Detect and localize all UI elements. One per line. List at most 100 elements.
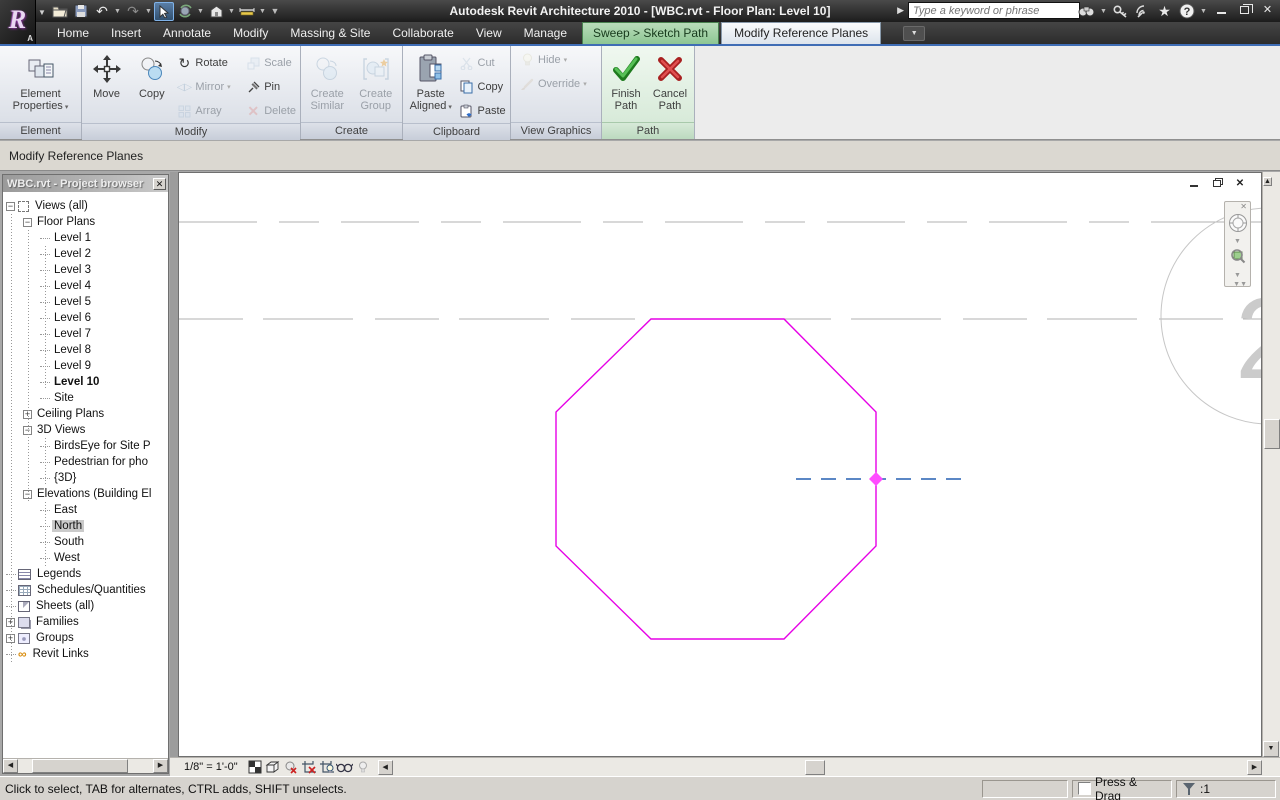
view-restore-icon[interactable]: [1210, 177, 1224, 189]
override-button[interactable]: Override▾: [517, 72, 599, 96]
orbit-icon[interactable]: [175, 2, 195, 21]
tree-item-groups[interactable]: Groups: [3, 630, 168, 646]
scroll-right-icon[interactable]: ▶: [153, 759, 168, 773]
press-drag-checkbox[interactable]: [1078, 782, 1091, 795]
view-scale-button[interactable]: 1/8" = 1'-0": [170, 761, 246, 773]
modify-cursor-icon[interactable]: [154, 2, 174, 21]
copy-button[interactable]: Copy: [129, 48, 174, 123]
tab-view[interactable]: View: [465, 22, 513, 44]
steering-wheel-button[interactable]: [1227, 211, 1249, 238]
element-properties-button[interactable]: Element Properties▾: [9, 48, 73, 122]
favorites-star-icon[interactable]: ★: [1155, 2, 1174, 21]
tab-collaborate[interactable]: Collaborate: [381, 22, 464, 44]
save-icon[interactable]: [71, 2, 91, 21]
tab-manage[interactable]: Manage: [513, 22, 578, 44]
tree-item-west[interactable]: West: [3, 550, 168, 566]
hscroll-right-icon[interactable]: ▶: [1247, 760, 1262, 775]
tree-item-sheets-all-[interactable]: Sheets (all): [3, 598, 168, 614]
vscrollbar-thumb[interactable]: [1264, 419, 1280, 449]
restore-button[interactable]: [1236, 1, 1253, 18]
navbar-options-icon[interactable]: ▼▼: [1233, 279, 1250, 288]
create-group-button[interactable]: Create Group: [352, 48, 401, 122]
redo-dropdown-icon[interactable]: ▼: [144, 2, 153, 21]
detail-level-icon[interactable]: [246, 759, 264, 775]
tree-item-legends[interactable]: Legends: [3, 566, 168, 582]
tree-item-families[interactable]: Families: [3, 614, 168, 630]
tree-item-views-all-[interactable]: Views (all): [3, 198, 168, 214]
undo-dropdown-icon[interactable]: ▼: [113, 2, 122, 21]
reference-plane-endpoint[interactable]: [869, 472, 883, 486]
project-browser-titlebar[interactable]: WBC.rvt - Project browser ✕: [3, 175, 168, 192]
navbar-close-icon[interactable]: ✕: [1237, 202, 1250, 211]
finish-path-button[interactable]: Finish Path: [604, 48, 648, 122]
scale-button[interactable]: Scale: [243, 51, 298, 75]
zoom-button[interactable]: [1228, 245, 1248, 272]
zoom-dropdown-icon[interactable]: ▼: [1234, 272, 1241, 279]
open-file-icon[interactable]: [50, 2, 70, 21]
tab-sweep-sketch-path[interactable]: Sweep > Sketch Path: [582, 22, 719, 44]
measure-icon[interactable]: [237, 2, 257, 21]
tab-insert[interactable]: Insert: [100, 22, 152, 44]
application-menu-caret-icon[interactable]: ▼: [38, 8, 46, 17]
copy-clipboard-button[interactable]: Copy: [457, 75, 509, 99]
canvas-vscrollbar[interactable]: ▲ ▼: [1262, 172, 1280, 757]
collapse-icon[interactable]: [23, 218, 32, 227]
steering-wheel-dropdown-icon[interactable]: ▼: [1234, 238, 1241, 245]
hide-button[interactable]: Hide▾: [517, 48, 599, 72]
tree-item-north[interactable]: North: [3, 518, 168, 534]
close-button[interactable]: ✕: [1259, 1, 1276, 18]
project-browser-hscrollbar[interactable]: ◀ ▶: [3, 758, 168, 773]
subscription-key-icon[interactable]: [1111, 2, 1130, 21]
tree-item-south[interactable]: South: [3, 534, 168, 550]
filter-icon[interactable]: [1182, 782, 1196, 795]
crop-region-visibility-icon[interactable]: [318, 759, 336, 775]
tree-item-east[interactable]: East: [3, 502, 168, 518]
scroll-up-icon[interactable]: ▲: [1263, 177, 1272, 186]
rotate-button[interactable]: ↻ Rotate: [174, 51, 243, 75]
canvas-hscrollbar[interactable]: [393, 760, 1241, 775]
search-expand-icon[interactable]: ▶: [897, 5, 904, 16]
tab-massing-site[interactable]: Massing & Site: [279, 22, 381, 44]
hscrollbar-thumb[interactable]: [805, 760, 825, 775]
search-binoculars-icon[interactable]: [1077, 2, 1096, 21]
create-similar-button[interactable]: Create Similar: [303, 48, 352, 122]
model-graphics-style-icon[interactable]: [264, 759, 282, 775]
array-button[interactable]: Array: [174, 99, 243, 123]
view-minimize-icon[interactable]: [1187, 177, 1201, 189]
application-menu-button[interactable]: RA: [0, 0, 36, 44]
help-search-input[interactable]: [908, 2, 1080, 19]
shadows-icon[interactable]: [282, 759, 300, 775]
default-3d-view-icon[interactable]: [206, 2, 226, 21]
view-close-icon[interactable]: ✕: [1233, 177, 1247, 189]
minimize-button[interactable]: [1213, 1, 1230, 18]
hscroll-left-icon[interactable]: ◀: [378, 760, 393, 775]
reveal-hidden-elements-icon[interactable]: [336, 759, 354, 775]
delete-button[interactable]: ✕ Delete: [243, 99, 298, 123]
drawing-view[interactable]: 2 ✕ ✕ ▼ ▼ ▼▼: [178, 172, 1262, 757]
search-dropdown-icon[interactable]: ▼: [1099, 2, 1108, 21]
tree-item-schedules-quantities[interactable]: Schedules/Quantities: [3, 582, 168, 598]
scroll-down-icon[interactable]: ▼: [1263, 741, 1279, 757]
tab-annotate[interactable]: Annotate: [152, 22, 222, 44]
tree-item-floor-plans[interactable]: Floor Plans: [3, 214, 168, 230]
cancel-path-button[interactable]: Cancel Path: [648, 48, 692, 122]
paste-button[interactable]: Paste: [457, 99, 509, 123]
project-browser-close-icon[interactable]: ✕: [153, 178, 166, 190]
tab-modify[interactable]: Modify: [222, 22, 279, 44]
move-button[interactable]: Move: [84, 48, 129, 123]
pin-button[interactable]: Pin: [243, 75, 298, 99]
crop-view-icon[interactable]: [300, 759, 318, 775]
scrollbar-thumb[interactable]: [32, 759, 128, 773]
redo-icon[interactable]: ↷: [123, 2, 143, 21]
mirror-button[interactable]: ◁▷ Mirror▾: [174, 75, 243, 99]
orbit-dropdown-icon[interactable]: ▼: [196, 2, 205, 21]
measure-dropdown-icon[interactable]: ▼: [258, 2, 267, 21]
communication-center-icon[interactable]: [1133, 2, 1152, 21]
scroll-left-icon[interactable]: ◀: [3, 759, 18, 773]
help-dropdown-icon[interactable]: ▼: [1199, 2, 1208, 21]
customize-qat-icon[interactable]: ▼: [268, 2, 282, 21]
help-icon[interactable]: ?: [1177, 2, 1196, 21]
default-3d-view-dropdown-icon[interactable]: ▼: [227, 2, 236, 21]
tree-item-revit-links[interactable]: Revit Links: [3, 646, 168, 662]
tab-modify-reference-planes[interactable]: Modify Reference Planes: [721, 22, 881, 44]
